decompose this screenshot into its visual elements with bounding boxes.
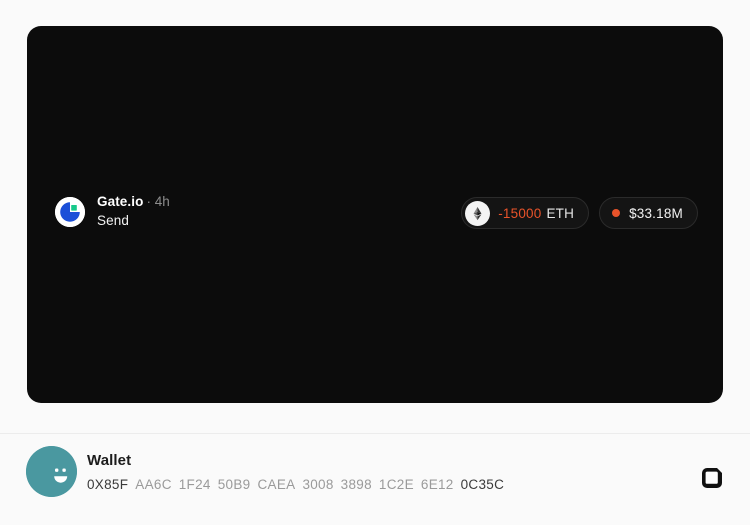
copy-icon[interactable] <box>698 464 726 492</box>
wallet-address-segment: 1F24 <box>178 477 211 492</box>
token-amount-pill: -15000 ETH <box>461 197 590 229</box>
wallet-address-segment: 3898 <box>340 477 372 492</box>
usd-value: $33.18M <box>629 205 683 221</box>
usd-value-pill: $33.18M <box>599 197 698 229</box>
wallet-address-segment: 0C35C <box>460 477 505 492</box>
source-header-line: Gate.io · 4h <box>97 194 170 210</box>
transaction-card: Gate.io · 4h Send -15000 ETH $33.18M <box>27 26 723 403</box>
transaction-pills: -15000 ETH $33.18M <box>461 197 698 229</box>
status-dot-icon <box>612 209 621 217</box>
wallet-address-segment: 6E12 <box>420 477 454 492</box>
ethereum-icon <box>465 200 491 226</box>
transaction-source: Gate.io · 4h Send <box>55 194 170 229</box>
wallet-info: Wallet 0X85F AA6C 1F24 50B9 CAEA 3008 3898 1C2E… <box>87 452 504 493</box>
source-timestamp: · 4h <box>146 194 170 209</box>
source-name: Gate.io <box>97 194 144 209</box>
wallet-address-segment: 50B9 <box>217 477 251 492</box>
wallet-address-segment: 3008 <box>302 477 334 492</box>
token-amount-value: -15000 <box>498 205 542 221</box>
wallet-title: Wallet <box>87 452 132 469</box>
wallet-address[interactable]: 0X85F AA6C 1F24 50B9 CAEA 3008 3898 1C2E 6E12 0C3… <box>87 477 504 493</box>
wallet-bar: Wallet 0X85F AA6C 1F24 50B9 CAEA 3008 3898 1C2E… <box>0 434 750 525</box>
smiley-avatar-icon <box>26 446 77 497</box>
transaction-action-label: Send <box>97 213 129 228</box>
wallet-address-segment: CAEA <box>257 477 296 492</box>
gate-io-logo-icon <box>55 196 85 227</box>
wallet-address-segment: 0X85F <box>87 477 129 492</box>
transaction-source-text: Gate.io · 4h Send <box>97 194 170 229</box>
wallet-address-segment: 1C2E <box>378 477 414 492</box>
token-symbol: ETH <box>546 205 575 221</box>
wallet-address-segment: AA6C <box>135 477 172 492</box>
